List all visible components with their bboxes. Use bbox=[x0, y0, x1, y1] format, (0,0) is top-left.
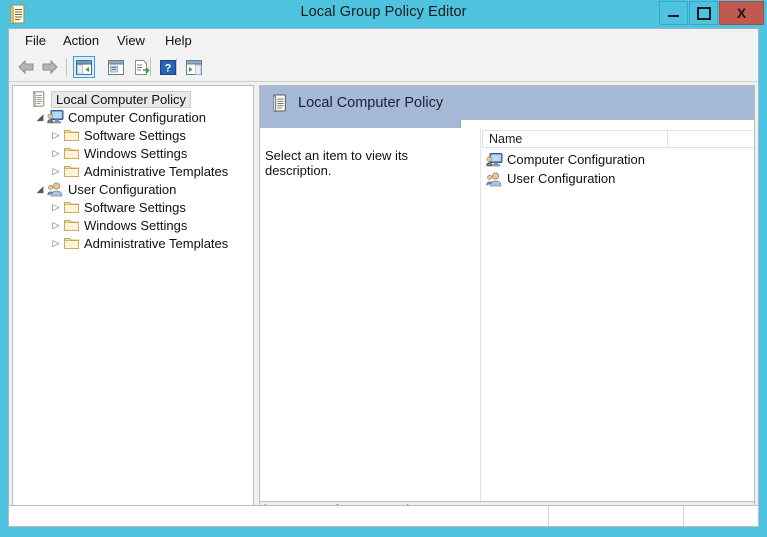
tree-item-label: Administrative Templates bbox=[84, 235, 229, 251]
folder-icon bbox=[63, 199, 80, 215]
tree-item-label: Software Settings bbox=[84, 127, 186, 143]
pane-inner-divider bbox=[480, 128, 481, 522]
details-pane: Local Computer Policy Select an item to … bbox=[259, 85, 755, 523]
status-pane-3 bbox=[684, 506, 758, 526]
svg-text:?: ? bbox=[165, 62, 172, 74]
tree-item-administrative-templates[interactable]: ▷ Administrative Templates bbox=[13, 234, 253, 252]
application-window: Local Group Policy Editor X File Action … bbox=[0, 0, 767, 537]
items-list: Name Computer Configuration User Configur… bbox=[482, 130, 754, 520]
chevron-collapsed-icon[interactable]: ▷ bbox=[49, 162, 63, 180]
chevron-collapsed-icon[interactable]: ▷ bbox=[49, 126, 63, 144]
chevron-expanded-icon[interactable]: ◢ bbox=[33, 108, 47, 126]
tree-item-software-settings[interactable]: ▷ Software Settings bbox=[13, 126, 253, 144]
tree-item-label: Windows Settings bbox=[84, 145, 188, 161]
chevron-collapsed-icon[interactable]: ▷ bbox=[49, 198, 63, 216]
tree-item-user-configuration[interactable]: ◢ User Configuration bbox=[13, 180, 253, 198]
list-item-label: Computer Configuration bbox=[507, 152, 646, 167]
description-text: Select an item to view its description. bbox=[265, 148, 409, 178]
folder-icon bbox=[63, 145, 80, 161]
policy-scroll-icon bbox=[272, 94, 288, 112]
client-area: File Action View Help ? Local Computer P… bbox=[8, 28, 759, 526]
status-pane-1 bbox=[9, 506, 549, 526]
maximize-button[interactable] bbox=[689, 1, 718, 25]
folder-icon bbox=[63, 235, 80, 251]
tree-item-label: Administrative Templates bbox=[84, 163, 229, 179]
toolbar-separator bbox=[66, 58, 67, 76]
tree-item-windows-settings[interactable]: ▷ Windows Settings bbox=[13, 144, 253, 162]
tree-item-label: Windows Settings bbox=[84, 217, 188, 233]
tree-item-administrative-templates[interactable]: ▷ Administrative Templates bbox=[13, 162, 253, 180]
tree-item-label: User Configuration bbox=[68, 181, 177, 197]
chevron-expanded-icon[interactable]: ◢ bbox=[33, 180, 47, 198]
back-arrow-icon[interactable] bbox=[15, 56, 37, 78]
minimize-icon bbox=[668, 15, 679, 17]
user-icon bbox=[47, 181, 64, 197]
close-button[interactable]: X bbox=[719, 1, 764, 25]
console-tree-pane[interactable]: Local Computer Policy ◢ Computer Configura… bbox=[12, 85, 254, 523]
show-action-pane-button[interactable] bbox=[183, 56, 205, 78]
menu-file[interactable]: File bbox=[19, 32, 52, 49]
tree-item-software-settings[interactable]: ▷ Software Settings bbox=[13, 198, 253, 216]
column-header-name[interactable]: Name bbox=[482, 130, 668, 148]
toolbar-separator bbox=[150, 58, 151, 76]
chevron-collapsed-icon[interactable]: ▷ bbox=[49, 216, 63, 234]
status-bar bbox=[8, 505, 759, 527]
details-pane-title: Local Computer Policy bbox=[298, 95, 444, 111]
menu-bar: File Action View Help bbox=[9, 29, 758, 54]
folder-icon bbox=[63, 163, 80, 179]
forward-arrow-icon[interactable] bbox=[39, 56, 61, 78]
policy-tree: Local Computer Policy ◢ Computer Configura… bbox=[13, 86, 253, 252]
user-icon bbox=[486, 171, 502, 187]
tree-item-local-computer-policy[interactable]: Local Computer Policy bbox=[13, 90, 253, 108]
policy-scroll-icon bbox=[31, 91, 48, 108]
chevron-collapsed-icon[interactable]: ▷ bbox=[49, 144, 63, 162]
tree-item-label: Software Settings bbox=[84, 199, 186, 215]
status-pane-2 bbox=[549, 506, 684, 526]
window-controls: X bbox=[658, 1, 764, 25]
list-item-label: User Configuration bbox=[507, 171, 616, 186]
list-rows: Computer Configuration User Configuration bbox=[482, 150, 754, 188]
details-pane-body: Select an item to view its description. … bbox=[260, 120, 754, 522]
title-bar: Local Group Policy Editor X bbox=[0, 0, 767, 28]
menu-view[interactable]: View bbox=[111, 32, 151, 49]
folder-icon bbox=[63, 127, 80, 143]
show-hide-console-tree-button[interactable] bbox=[73, 56, 95, 78]
menu-help[interactable]: Help bbox=[159, 32, 198, 49]
toolbar: ? bbox=[9, 53, 758, 82]
maximize-icon bbox=[696, 6, 711, 20]
toolbar-separator bbox=[176, 58, 177, 76]
menu-action[interactable]: Action bbox=[57, 32, 105, 49]
active-tab-top-fill bbox=[260, 120, 461, 128]
list-item[interactable]: Computer Configuration bbox=[482, 150, 754, 169]
chevron-collapsed-icon[interactable]: ▷ bbox=[49, 234, 63, 252]
tree-item-label: Computer Configuration bbox=[68, 109, 207, 125]
column-header-filler[interactable] bbox=[668, 130, 754, 148]
minimize-button[interactable] bbox=[659, 1, 688, 25]
window-title: Local Group Policy Editor bbox=[300, 4, 467, 20]
tree-item-label: Local Computer Policy bbox=[51, 90, 192, 108]
close-icon: X bbox=[736, 5, 747, 21]
properties-button[interactable] bbox=[105, 56, 127, 78]
panes-container: Local Computer Policy ◢ Computer Configura… bbox=[9, 82, 758, 526]
computer-icon bbox=[486, 152, 503, 168]
folder-icon bbox=[63, 217, 80, 233]
computer-icon bbox=[47, 109, 64, 125]
tree-item-computer-configuration[interactable]: ◢ Computer Configuration bbox=[13, 108, 253, 126]
list-item[interactable]: User Configuration bbox=[482, 169, 754, 188]
details-pane-header: Local Computer Policy bbox=[260, 86, 754, 121]
list-column-header: Name bbox=[482, 130, 754, 148]
tree-item-windows-settings[interactable]: ▷ Windows Settings bbox=[13, 216, 253, 234]
